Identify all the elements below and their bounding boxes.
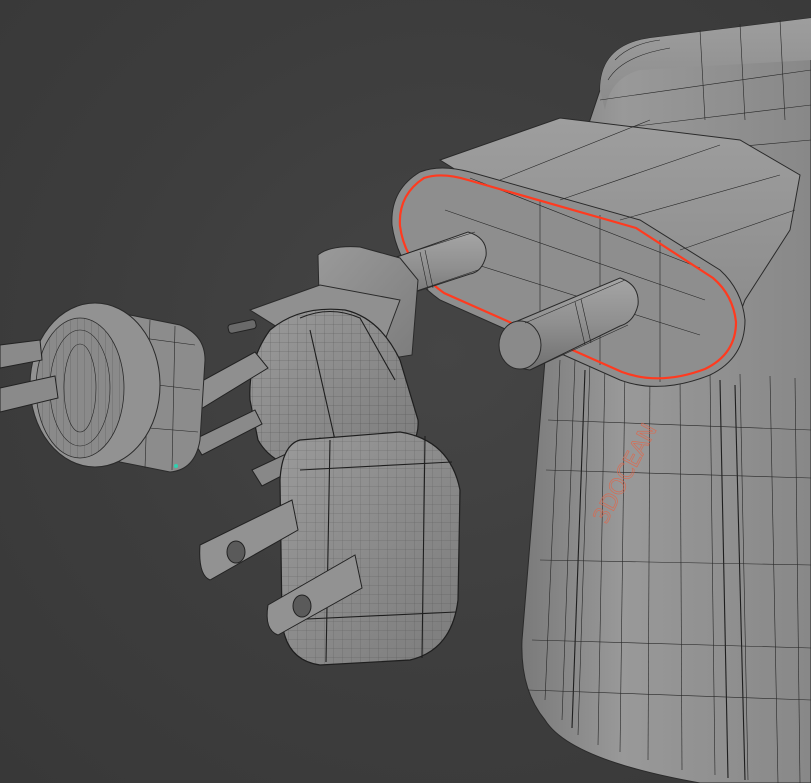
3d-viewport[interactable]: 3DOCEAN — [0, 0, 811, 783]
status-led-icon — [174, 464, 178, 468]
round-plug-adapter[interactable] — [0, 302, 206, 473]
scene-canvas[interactable]: 3DOCEAN — [0, 0, 811, 783]
us-plug-adapter[interactable] — [199, 431, 461, 667]
eu-plug-adapter[interactable] — [347, 117, 801, 387]
